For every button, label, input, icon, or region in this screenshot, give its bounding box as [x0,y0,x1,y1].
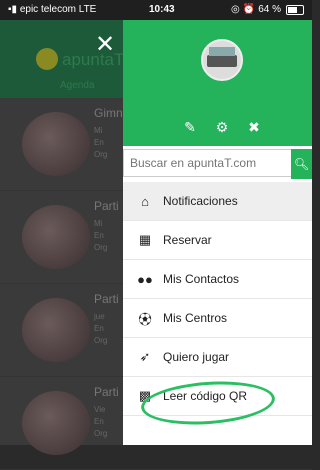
menu-item-notificaciones[interactable]: ⌂ Notificaciones [123,182,312,221]
drawer-menu: ⌂ Notificaciones ▦ Reservar ●● Mis Conta… [123,182,312,429]
avatar-image-screen [209,47,235,56]
item-line: jue [94,312,105,321]
item-line: Mi [94,219,103,228]
close-icon[interactable]: ✖ [245,119,263,136]
status-right: ◎ ⏰ 64 % [231,4,304,15]
search-input[interactable] [123,149,291,177]
item-line: Org [94,243,108,252]
item-line: Mi [94,126,103,135]
item-title: Parti [94,292,119,306]
search-button[interactable]: 🔍︎ [291,149,312,179]
bg-tab-agenda: Agenda [60,80,95,91]
menu-item-reservar[interactable]: ▦ Reservar [123,221,312,260]
menu-label: Notificaciones [163,194,238,208]
qr-code-icon: ▩ [138,388,152,403]
item-line: En [94,138,104,147]
close-drawer-icon[interactable]: ✕ [95,30,115,59]
event-thumbnail [22,112,90,176]
battery-percent: 64 % [258,4,281,15]
menu-label: Reservar [163,233,212,247]
item-line: Org [94,336,108,345]
soccer-ball-icon: ⚽︎ [138,311,152,327]
location-icon: ◎ [231,4,240,15]
carrier-label: ▪▮ epic telecom LTE [8,4,97,15]
item-line: Vie [94,405,106,414]
rocket-icon: ➶ [139,349,151,364]
edit-icon[interactable]: ✎ [181,119,199,136]
item-line: En [94,417,104,426]
drawer-header: ✎ ⚙ ✖ [123,20,312,146]
menu-label: Quiero jugar [163,350,230,364]
menu-item-mis-centros[interactable]: ⚽︎ Mis Centros [123,299,312,338]
menu-item-leer-qr[interactable]: ▩ Leer código QR [123,377,312,429]
search-icon: 🔍︎ [293,157,310,171]
menu-label: Leer código QR [163,389,248,403]
clock: 10:43 [149,4,175,15]
header-actions: ✎ ⚙ ✖ [181,119,263,136]
app-logo-icon [36,48,58,70]
item-line: En [94,324,104,333]
menu-label: Mis Contactos [163,272,240,286]
search-bar: 🔍︎ [123,149,312,179]
event-thumbnail [22,298,90,362]
menu-label: Mis Centros [163,311,228,325]
settings-icon[interactable]: ⚙ [213,119,231,136]
item-title: Gimn [94,106,123,120]
highlight-circle [139,377,277,429]
event-thumbnail [22,205,90,269]
signal-icon: ▪▮ [8,4,20,15]
users-icon: ●● [137,271,153,287]
event-thumbnail [22,391,90,455]
home-icon: ⌂ [141,193,149,209]
item-line: En [94,231,104,240]
menu-item-mis-contactos[interactable]: ●● Mis Contactos [123,260,312,299]
avatar-image [207,55,237,67]
calendar-icon: ▦ [138,232,152,247]
item-title: Parti [94,199,119,213]
profile-avatar[interactable] [201,39,243,81]
alarm-icon: ⏰ [242,4,256,15]
item-line: Org [94,150,108,159]
battery-icon [286,4,304,15]
item-title: Parti [94,385,119,399]
status-bar: ▪▮ epic telecom LTE 10:43 ◎ ⏰ 64 % [0,0,312,20]
item-line: Org [94,429,108,438]
side-drawer: ✎ ⚙ ✖ 🔍︎ ⌂ Notificaciones ▦ Reservar ●● … [123,20,312,445]
menu-item-quiero-jugar[interactable]: ➶ Quiero jugar [123,338,312,377]
